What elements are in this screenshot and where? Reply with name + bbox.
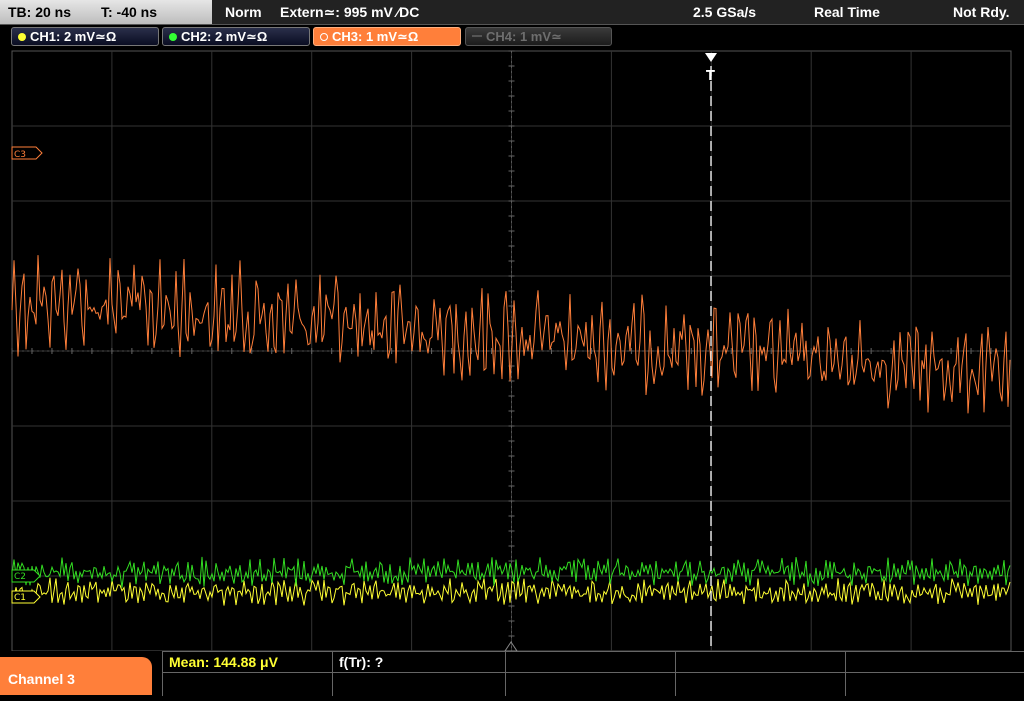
status-bar: TB: 20 ns T: -40 ns Norm Extern≃: 995 mV…: [0, 0, 1024, 25]
ch2-dot-icon: [169, 33, 177, 41]
trigger-source[interactable]: Extern≃: 995 mV ∕DC: [280, 0, 419, 24]
trigger-time-value: T: -40 ns: [101, 4, 158, 20]
selected-channel-label[interactable]: Channel 3: [0, 657, 152, 695]
frequency-measurement[interactable]: f(Tr): ?: [339, 654, 383, 670]
channel-tab-ch4[interactable]: CH4: 1 mV≃: [465, 27, 612, 46]
waveform-display[interactable]: T C3 C2 C1: [0, 48, 1024, 651]
channel-tab-label: CH2: 2 mV≃Ω: [181, 29, 268, 44]
channel-tab-label: CH4: 1 mV≃: [486, 29, 562, 44]
channel-bar: CH1: 2 mV≃Ω CH2: 2 mV≃Ω CH3: 1 mV≃Ω CH4:…: [0, 26, 1024, 48]
ch1-dot-icon: [18, 33, 26, 41]
ch2-marker-label: C2: [14, 572, 26, 582]
ch1-offset-marker[interactable]: C1: [11, 590, 41, 604]
ch1-marker-label: C1: [14, 593, 26, 603]
ch3-marker-label: C3: [14, 150, 26, 160]
measurement-bar: Channel 3 Mean: 144.88 μV f(Tr): ?: [0, 651, 1024, 696]
channel-tab-ch3[interactable]: CH3: 1 mV≃Ω: [313, 27, 461, 46]
ch2-offset-marker[interactable]: C2: [11, 569, 41, 583]
ch3-offset-marker[interactable]: C3: [11, 146, 43, 160]
sample-rate: 2.5 GSa/s: [693, 4, 757, 20]
ch3-dot-icon: [320, 33, 328, 41]
measurement-grid: Mean: 144.88 μV f(Tr): ?: [162, 651, 1024, 696]
trigger-marker-label: T: [706, 69, 715, 84]
channel-tab-label: CH3: 1 mV≃Ω: [332, 29, 419, 44]
channel-tab-label: CH1: 2 mV≃Ω: [30, 29, 117, 44]
mean-measurement[interactable]: Mean: 144.88 μV: [169, 654, 278, 670]
channel-tab-ch2[interactable]: CH2: 2 mV≃Ω: [162, 27, 310, 46]
timebase-value: TB: 20 ns: [8, 4, 72, 20]
ch4-off-icon: [472, 35, 482, 37]
channel-tab-ch1[interactable]: CH1: 2 mV≃Ω: [11, 27, 159, 46]
timebase-box[interactable]: TB: 20 ns T: -40 ns: [0, 0, 212, 24]
acquisition-state: Not Rdy.: [953, 4, 1010, 20]
trigger-mode[interactable]: Norm: [225, 0, 262, 24]
acquisition-mode: Real Time: [814, 4, 880, 20]
